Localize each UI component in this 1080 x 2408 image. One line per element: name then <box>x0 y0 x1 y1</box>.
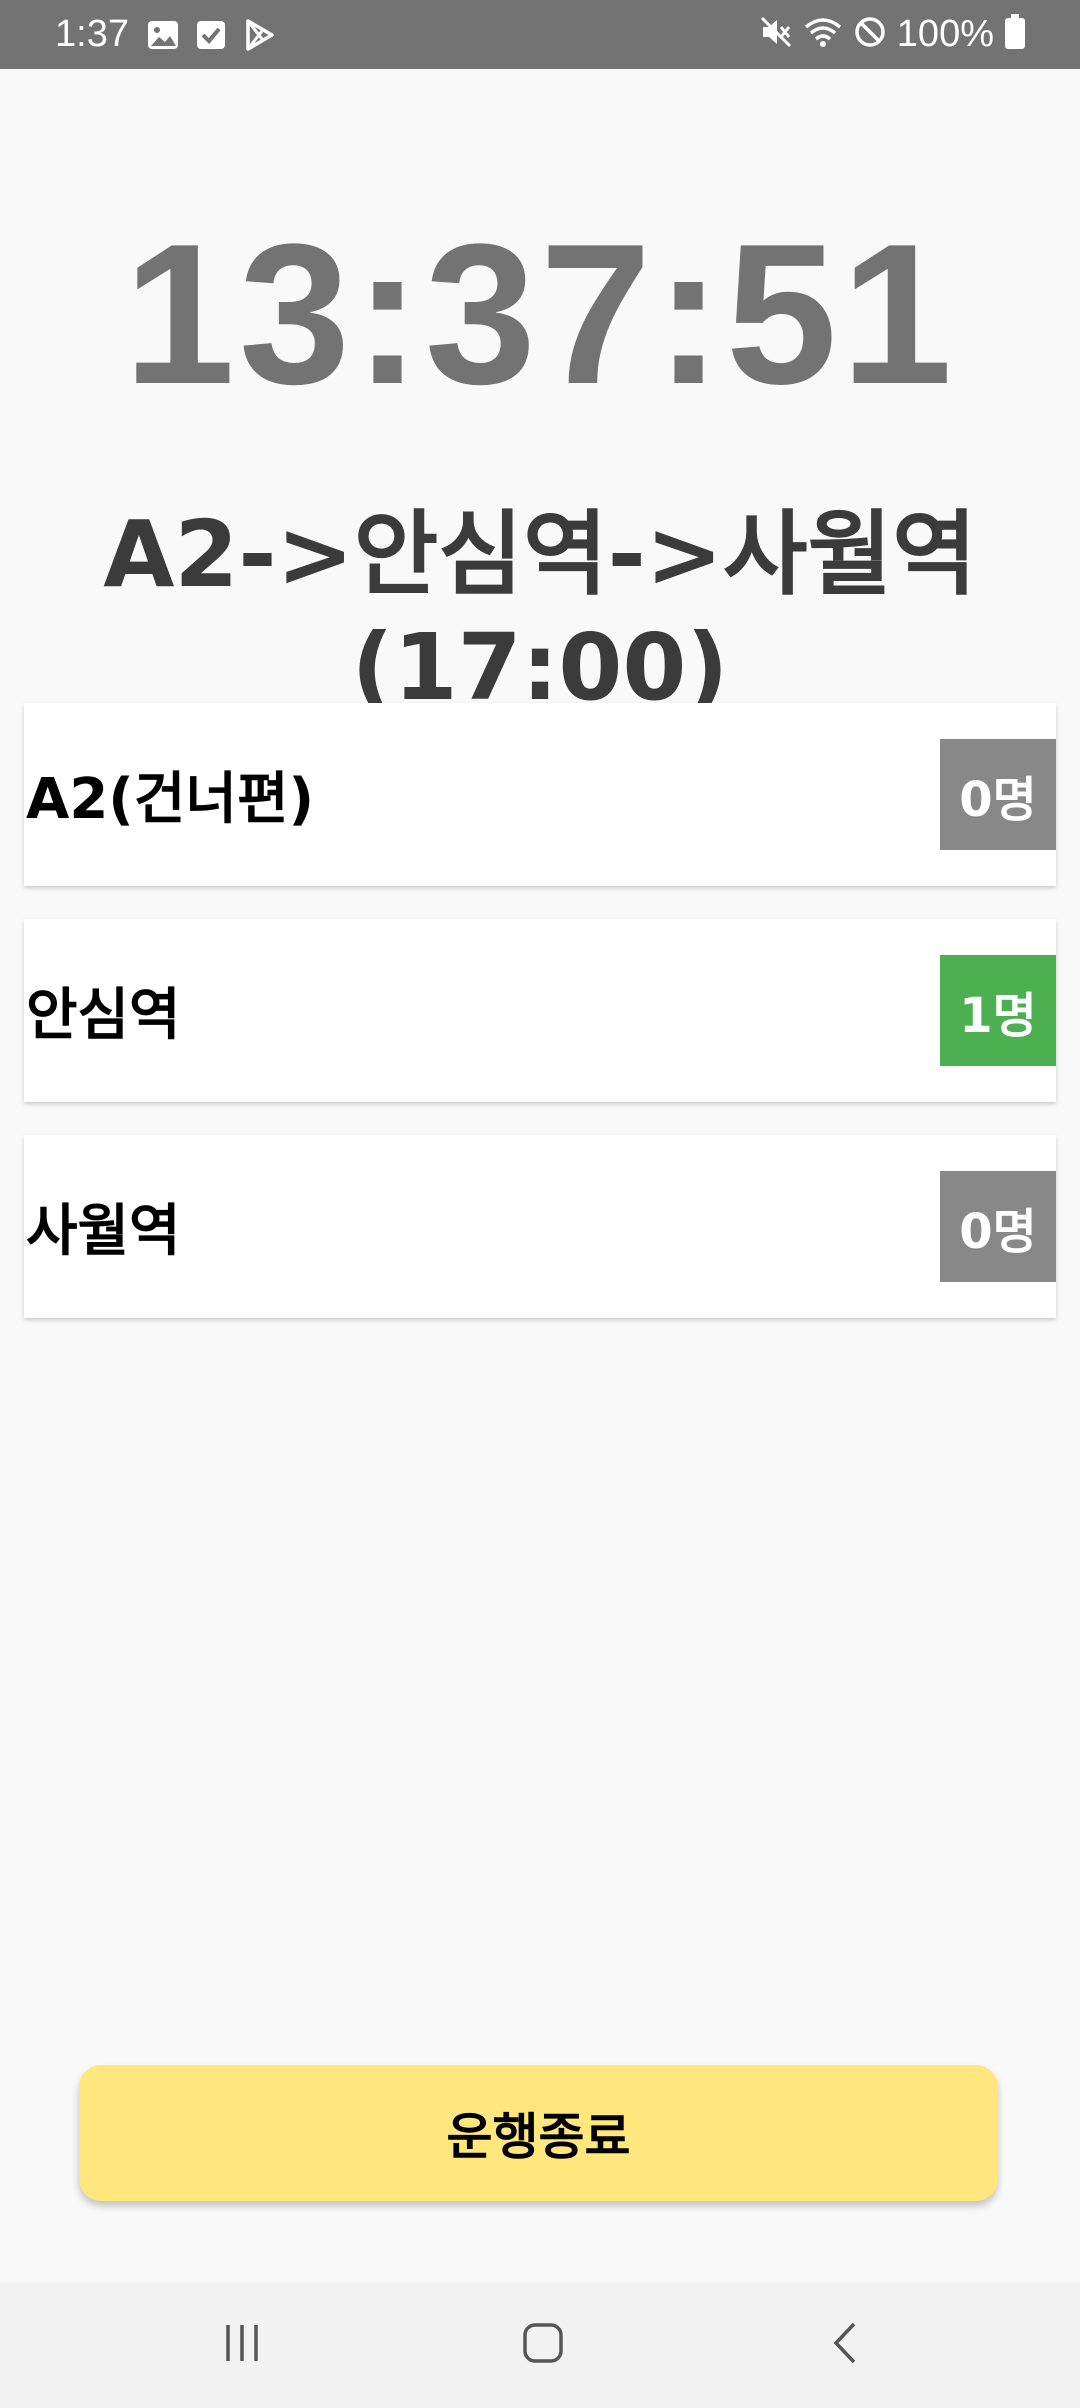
battery-icon <box>1004 13 1026 55</box>
status-time: 1:37 <box>55 13 129 55</box>
wifi-icon <box>803 15 843 54</box>
status-bar: 1:37 100% <box>0 0 1080 69</box>
battery-percent: 100% <box>896 13 994 55</box>
back-button[interactable] <box>746 2282 946 2408</box>
passenger-count-badge: 1명 <box>940 955 1056 1066</box>
do-not-disturb-icon <box>853 15 887 54</box>
stop-name: A2(건너편) <box>26 767 315 832</box>
status-notification-icons <box>146 18 276 57</box>
status-system-icons: 100% <box>759 12 1026 56</box>
stop-card[interactable]: 사월역 0명 <box>24 1135 1056 1318</box>
passenger-count-badge: 0명 <box>940 1171 1056 1282</box>
recent-apps-button[interactable] <box>142 2282 342 2408</box>
back-icon <box>824 2321 868 2369</box>
route-departure-time: (17:00) <box>351 614 729 703</box>
stop-name: 사월역 <box>26 1199 181 1264</box>
recent-apps-icon <box>220 2321 264 2369</box>
home-icon <box>521 2321 565 2369</box>
check-box-icon <box>194 18 228 57</box>
end-operation-button[interactable]: 운행종료 <box>79 2065 998 2201</box>
current-time-clock: 13:37:51 <box>123 203 957 426</box>
stop-card[interactable]: A2(건너편) 0명 <box>24 703 1056 886</box>
home-button[interactable] <box>443 2282 643 2408</box>
image-icon <box>146 18 180 57</box>
mute-icon <box>759 15 793 54</box>
stop-name: 안심역 <box>26 983 181 1048</box>
route-title: A2->안심역->사월역 <box>103 501 977 608</box>
play-store-icon <box>242 18 276 57</box>
passenger-count-badge: 0명 <box>940 739 1056 850</box>
navigation-bar <box>0 2282 1080 2408</box>
stop-card[interactable]: 안심역 1명 <box>24 919 1056 1102</box>
